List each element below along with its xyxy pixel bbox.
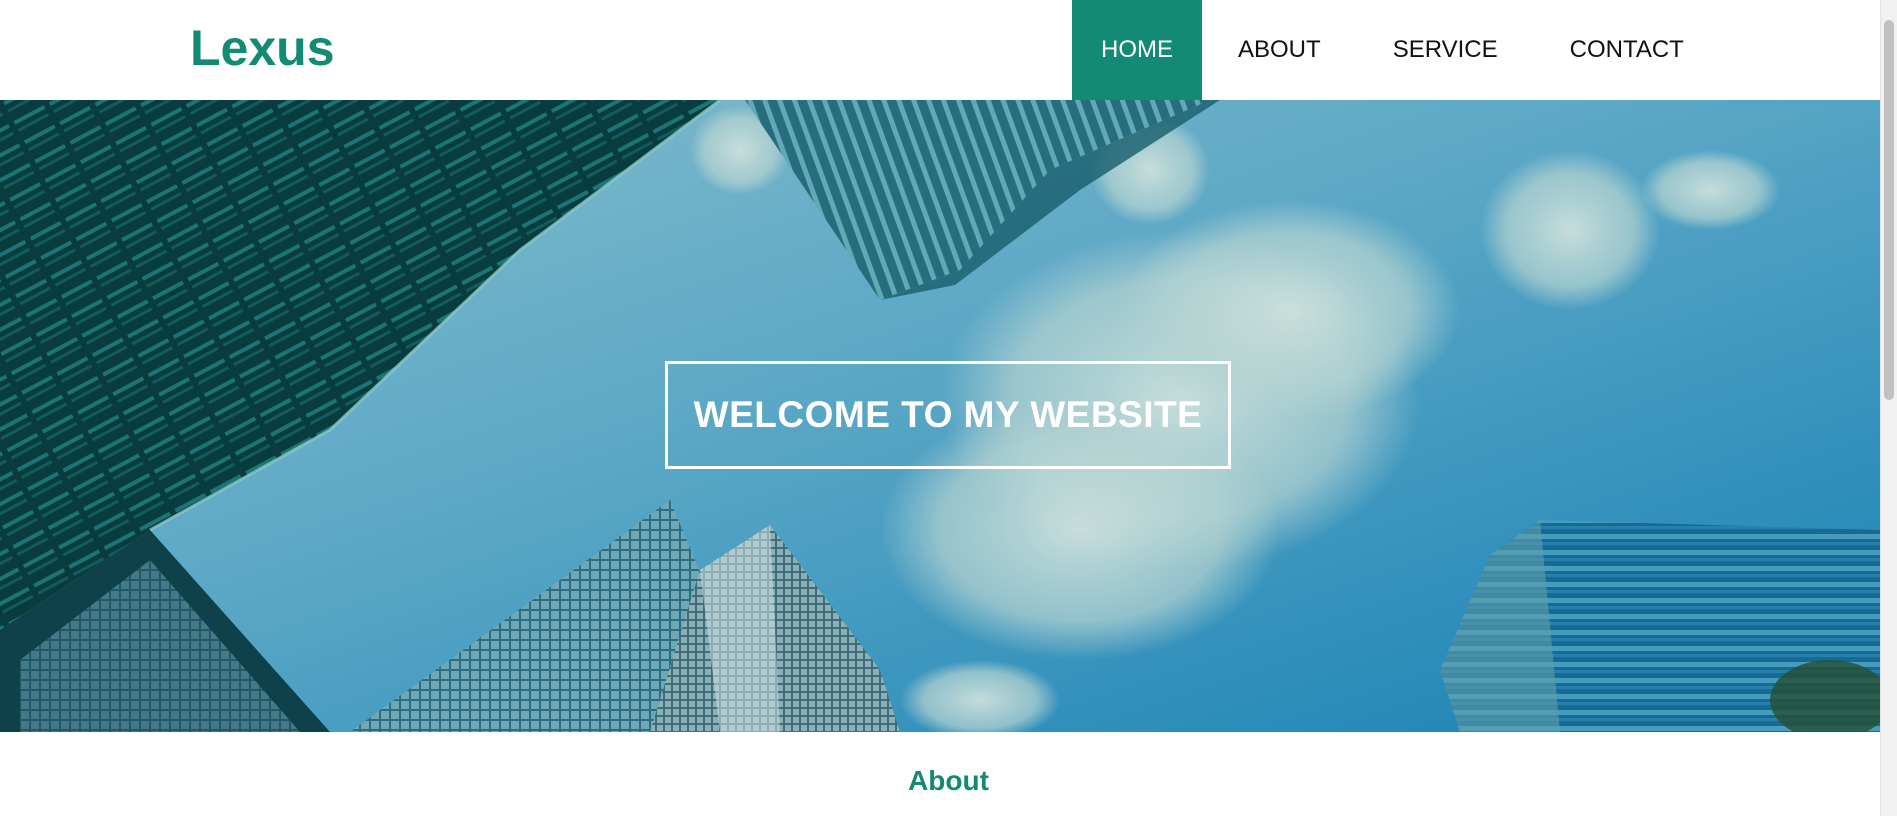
- hero-banner: WELCOME TO MY WEBSITE: [0, 100, 1880, 732]
- nav-about[interactable]: ABOUT: [1202, 0, 1357, 100]
- nav-home[interactable]: HOME: [1072, 0, 1202, 100]
- welcome-heading: WELCOME TO MY WEBSITE: [693, 394, 1203, 435]
- content: Lexus HOME ABOUT SERVICE CONTACT WELCOME…: [0, 0, 1880, 816]
- scrollbar-thumb[interactable]: [1884, 20, 1894, 400]
- vertical-scrollbar[interactable]: [1880, 0, 1897, 816]
- main-nav: HOME ABOUT SERVICE CONTACT: [1072, 0, 1720, 100]
- page: Lexus HOME ABOUT SERVICE CONTACT WELCOME…: [0, 0, 1897, 816]
- site-logo[interactable]: Lexus: [190, 18, 335, 78]
- nav-contact[interactable]: CONTACT: [1534, 0, 1720, 100]
- site-header: Lexus HOME ABOUT SERVICE CONTACT: [0, 0, 1880, 100]
- welcome-box: WELCOME TO MY WEBSITE: [665, 361, 1231, 469]
- about-heading: About: [908, 765, 989, 796]
- nav-service[interactable]: SERVICE: [1357, 0, 1534, 100]
